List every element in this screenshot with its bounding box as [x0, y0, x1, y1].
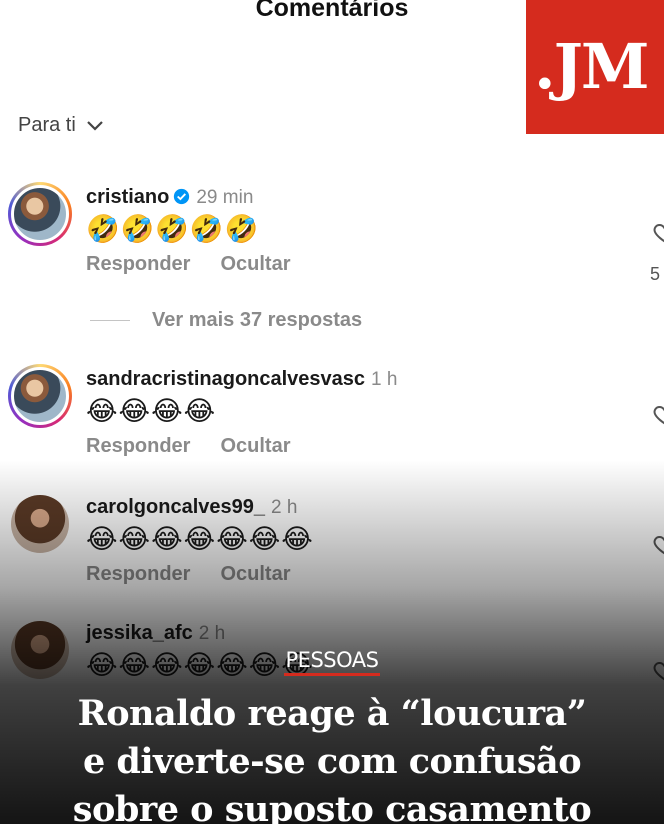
heart-icon[interactable]	[652, 220, 664, 244]
avatar[interactable]	[8, 364, 72, 428]
view-more-replies-label: Ver mais 37 respostas	[152, 309, 363, 331]
reply-button[interactable]: Responder	[86, 253, 190, 275]
chevron-down-icon	[87, 120, 103, 131]
comment-text: 😂😂😂😂	[86, 396, 217, 426]
comment-time: 1 h	[371, 369, 398, 390]
hide-button[interactable]: Ocultar	[220, 563, 290, 585]
view-more-replies[interactable]: Ver mais 37 respostas	[90, 309, 362, 332]
verified-badge-icon	[174, 188, 190, 205]
news-headline: Ronaldo reage à “loucura” e diverte-se c…	[0, 690, 664, 824]
comment-text: 😂😂😂😂😂😂😂	[86, 524, 314, 554]
comment-username[interactable]: jessika_afc	[86, 622, 193, 644]
news-section-label: PESSOAS	[0, 648, 664, 676]
like-count: 5	[650, 264, 661, 284]
avatar[interactable]	[8, 492, 72, 556]
hide-button[interactable]: Ocultar	[220, 253, 290, 275]
replies-divider	[90, 320, 130, 321]
reply-button[interactable]: Responder	[86, 563, 190, 585]
sort-label: Para ti	[18, 114, 76, 136]
comment-text: 🤣🤣🤣🤣🤣	[86, 214, 260, 244]
headline-line: e diverte-se com confusão	[82, 741, 582, 782]
comment-username[interactable]: carolgoncalves99_	[86, 496, 265, 518]
hide-button[interactable]: Ocultar	[220, 435, 290, 457]
avatar[interactable]	[8, 182, 72, 246]
comment-time: 29 min	[196, 187, 254, 208]
comment-time: 2 h	[198, 623, 226, 644]
jm-logo: .JM	[526, 0, 664, 134]
headline-line: Ronaldo reage à “loucura”	[77, 693, 587, 734]
reply-button[interactable]: Responder	[86, 435, 190, 457]
heart-icon[interactable]	[652, 402, 664, 426]
comment-username[interactable]: cristiano	[86, 186, 169, 208]
sort-dropdown[interactable]: Para ti	[18, 114, 104, 137]
news-kicker: PESSOAS	[283, 648, 381, 676]
headline-line: sobre o suposto casamento	[72, 789, 592, 824]
comment-username[interactable]: sandracristinagoncalvesvasc	[86, 368, 365, 390]
comment-time: 2 h	[271, 497, 298, 518]
heart-icon[interactable]	[652, 532, 664, 556]
